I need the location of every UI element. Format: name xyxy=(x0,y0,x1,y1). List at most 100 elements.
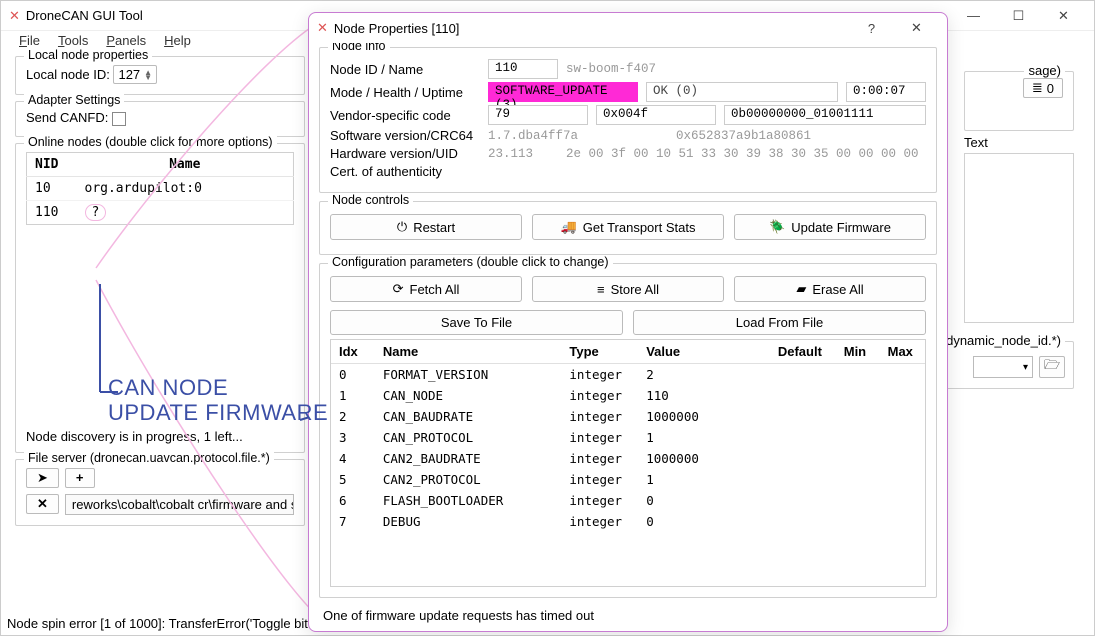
power-icon: ⏻ xyxy=(397,219,407,235)
sw-version: 1.7.dba4ff7a xyxy=(488,129,668,143)
update-firmware-button[interactable]: 🪲 Update Firmware xyxy=(734,214,926,240)
legend-node-controls: Node controls xyxy=(328,193,413,207)
col-default: Default xyxy=(770,340,836,364)
annotation-line1: CAN NODE xyxy=(108,375,328,400)
param-name: CAN_PROTOCOL xyxy=(375,427,562,448)
param-value: 0 xyxy=(638,511,770,532)
uptime-field: 0:00:07 xyxy=(846,82,926,102)
col-min: Min xyxy=(836,340,880,364)
load-from-file-button[interactable]: Load From File xyxy=(633,310,926,335)
param-value: 1 xyxy=(638,427,770,448)
dialog-close-button[interactable]: ✕ xyxy=(894,14,939,42)
file-server-launch-button[interactable]: ➤ xyxy=(26,468,59,488)
file-server-remove-button[interactable]: ✕ xyxy=(26,494,59,514)
fetch-all-button[interactable]: ⟳ Fetch All xyxy=(330,276,522,302)
menu-tools[interactable]: Tools xyxy=(58,33,88,48)
hw-uid: 2e 00 3f 00 10 51 33 30 39 38 30 35 00 0… xyxy=(566,147,919,161)
label-cert: Cert. of authenticity xyxy=(330,164,480,179)
group-local-node: Local node properties Local node ID: 127… xyxy=(15,56,305,95)
param-type: integer xyxy=(561,406,638,427)
menu-file[interactable]: File xyxy=(19,33,40,48)
node-id-field[interactable]: 110 xyxy=(488,59,558,79)
minimize-button[interactable]: — xyxy=(951,2,996,30)
param-value: 1000000 xyxy=(638,448,770,469)
dialog-status: One of firmware update requests has time… xyxy=(319,602,937,625)
node-row[interactable]: 10 org.ardupilot:0 xyxy=(27,176,294,200)
col-value: Value xyxy=(638,340,770,364)
param-idx: 2 xyxy=(331,406,375,427)
param-value: 0 xyxy=(638,490,770,511)
close-button[interactable]: ✕ xyxy=(1041,2,1086,30)
bug-icon: 🪲 xyxy=(769,219,785,235)
file-server-path[interactable]: reworks\cobalt\cobalt cr\firmware and so… xyxy=(65,494,294,515)
eraser-icon: ▰ xyxy=(796,281,806,297)
param-row[interactable]: 1CAN_NODEinteger110 xyxy=(331,385,925,406)
annotation-line2: UPDATE FIRMWARE xyxy=(108,400,328,425)
local-node-id-spinner[interactable]: 127 ▲▼ xyxy=(113,65,157,84)
main-title: DroneCAN GUI Tool xyxy=(26,8,143,23)
param-row[interactable]: 7DEBUGinteger0 xyxy=(331,511,925,532)
col-max: Max xyxy=(880,340,925,364)
fetch-label: Fetch All xyxy=(410,282,460,297)
label-sw: Software version/CRC64 xyxy=(330,128,480,143)
param-value: 110 xyxy=(638,385,770,406)
param-type: integer xyxy=(561,490,638,511)
store-label: Store All xyxy=(611,282,659,297)
param-type: integer xyxy=(561,448,638,469)
group-node-info: Node info Node ID / Name 110 sw-boom-f40… xyxy=(319,47,937,193)
mode-field: SOFTWARE_UPDATE (3) xyxy=(488,82,638,102)
node-properties-dialog: ✕ Node Properties [110] ? ✕ Node info No… xyxy=(308,12,948,632)
legend-local-node: Local node properties xyxy=(24,48,152,62)
send-canfd-checkbox[interactable] xyxy=(112,112,126,126)
local-node-id-value: 127 xyxy=(118,67,140,82)
label-id-name: Node ID / Name xyxy=(330,62,480,77)
param-type: integer xyxy=(561,364,638,386)
legend-config-params: Configuration parameters (double click t… xyxy=(328,255,613,269)
menu-help[interactable]: Help xyxy=(164,33,191,48)
param-row[interactable]: 5CAN2_PROTOCOLinteger1 xyxy=(331,469,925,490)
restart-button[interactable]: ⏻ Restart xyxy=(330,214,522,240)
param-name: DEBUG xyxy=(375,511,562,532)
col-idx: Idx xyxy=(331,340,375,364)
transport-stats-button[interactable]: 🚚 Get Transport Stats xyxy=(532,214,724,240)
hw-version: 23.113 xyxy=(488,147,558,161)
label-hw: Hardware version/UID xyxy=(330,146,480,161)
param-row[interactable]: 4CAN2_BAUDRATEinteger1000000 xyxy=(331,448,925,469)
node-row[interactable]: 110 ? xyxy=(27,200,294,224)
param-row[interactable]: 6FLASH_BOOTLOADERinteger0 xyxy=(331,490,925,511)
spinner-arrows-icon: ▲▼ xyxy=(144,70,152,80)
param-table[interactable]: Idx Name Type Value Default Min Max 0FOR… xyxy=(330,339,926,587)
restart-label: Restart xyxy=(413,220,455,235)
node-nid: 10 xyxy=(27,176,77,200)
group-config-params: Configuration parameters (double click t… xyxy=(319,263,937,598)
dropdown-stub[interactable]: ▾ xyxy=(973,356,1033,378)
param-idx: 7 xyxy=(331,511,375,532)
store-all-button[interactable]: ≡ Store All xyxy=(532,276,724,302)
load-label: Load From File xyxy=(736,315,823,330)
list-count-button[interactable]: ≣ 0 xyxy=(1023,78,1063,98)
param-idx: 3 xyxy=(331,427,375,448)
param-idx: 6 xyxy=(331,490,375,511)
erase-label: Erase All xyxy=(812,282,863,297)
param-name: FORMAT_VERSION xyxy=(375,364,562,386)
param-name: CAN2_BAUDRATE xyxy=(375,448,562,469)
refresh-icon: ⟳ xyxy=(393,281,404,297)
param-row[interactable]: 0FORMAT_VERSIONinteger2 xyxy=(331,364,925,386)
plus-icon: + xyxy=(76,470,84,485)
dialog-title: Node Properties [110] xyxy=(334,21,460,36)
online-nodes-table[interactable]: NID Name 10 org.ardupilot:0 110 ? xyxy=(26,152,294,225)
maximize-button[interactable]: ☐ xyxy=(996,2,1041,30)
browse-button[interactable]: 🗁 xyxy=(1039,356,1065,378)
param-type: integer xyxy=(561,427,638,448)
health-field: OK (0) xyxy=(646,82,838,102)
erase-all-button[interactable]: ▰ Erase All xyxy=(734,276,926,302)
save-to-file-button[interactable]: Save To File xyxy=(330,310,623,335)
dialog-help-button[interactable]: ? xyxy=(849,14,894,42)
param-name: CAN2_PROTOCOL xyxy=(375,469,562,490)
param-row[interactable]: 3CAN_PROTOCOLinteger1 xyxy=(331,427,925,448)
param-row[interactable]: 2CAN_BAUDRATEinteger1000000 xyxy=(331,406,925,427)
chevron-down-icon: ▾ xyxy=(1023,362,1028,373)
send-canfd-label: Send CANFD: xyxy=(26,110,108,125)
menu-panels[interactable]: Panels xyxy=(106,33,146,48)
file-server-add-button[interactable]: + xyxy=(65,468,95,488)
